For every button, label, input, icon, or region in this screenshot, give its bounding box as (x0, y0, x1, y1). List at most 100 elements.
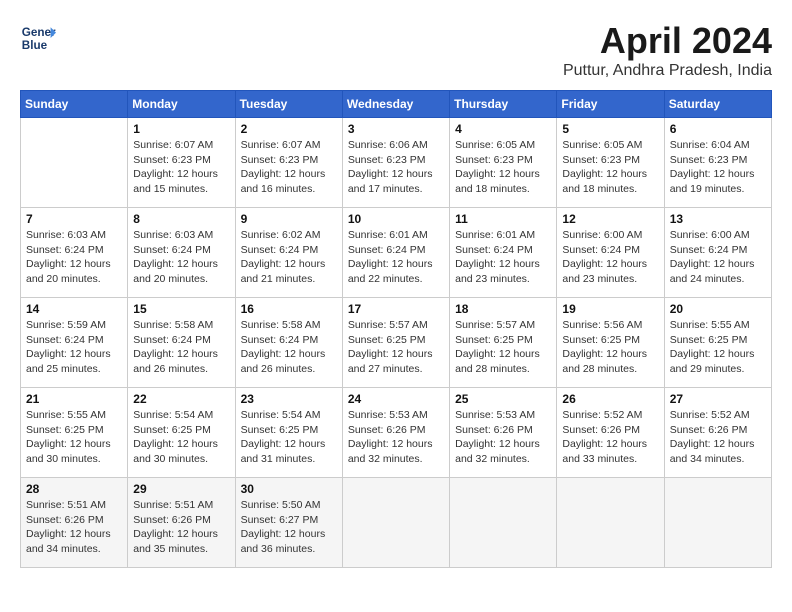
day-number: 7 (26, 212, 122, 226)
day-number: 29 (133, 482, 229, 496)
day-info: Sunrise: 5:53 AMSunset: 6:26 PMDaylight:… (455, 408, 551, 467)
day-number: 10 (348, 212, 444, 226)
calendar-cell: 20 Sunrise: 5:55 AMSunset: 6:25 PMDayligh… (664, 298, 771, 388)
day-info: Sunrise: 6:07 AMSunset: 6:23 PMDaylight:… (241, 138, 337, 197)
day-number: 23 (241, 392, 337, 406)
calendar-cell: 8 Sunrise: 6:03 AMSunset: 6:24 PMDaylight… (128, 208, 235, 298)
day-number: 13 (670, 212, 766, 226)
calendar-cell: 2 Sunrise: 6:07 AMSunset: 6:23 PMDaylight… (235, 118, 342, 208)
calendar-cell: 14 Sunrise: 5:59 AMSunset: 6:24 PMDayligh… (21, 298, 128, 388)
day-number: 17 (348, 302, 444, 316)
calendar-cell: 15 Sunrise: 5:58 AMSunset: 6:24 PMDayligh… (128, 298, 235, 388)
day-info: Sunrise: 6:00 AMSunset: 6:24 PMDaylight:… (562, 228, 658, 287)
location-subtitle: Puttur, Andhra Pradesh, India (563, 62, 772, 80)
calendar-cell: 7 Sunrise: 6:03 AMSunset: 6:24 PMDaylight… (21, 208, 128, 298)
day-info: Sunrise: 5:51 AMSunset: 6:26 PMDaylight:… (133, 498, 229, 557)
day-number: 6 (670, 122, 766, 136)
day-number: 11 (455, 212, 551, 226)
calendar-header-row: SundayMondayTuesdayWednesdayThursdayFrid… (21, 91, 772, 118)
column-header-wednesday: Wednesday (342, 91, 449, 118)
day-info: Sunrise: 6:06 AMSunset: 6:23 PMDaylight:… (348, 138, 444, 197)
column-header-thursday: Thursday (450, 91, 557, 118)
day-number: 9 (241, 212, 337, 226)
day-info: Sunrise: 5:51 AMSunset: 6:26 PMDaylight:… (26, 498, 122, 557)
calendar-cell: 4 Sunrise: 6:05 AMSunset: 6:23 PMDaylight… (450, 118, 557, 208)
day-info: Sunrise: 5:58 AMSunset: 6:24 PMDaylight:… (133, 318, 229, 377)
day-info: Sunrise: 6:01 AMSunset: 6:24 PMDaylight:… (455, 228, 551, 287)
day-number: 19 (562, 302, 658, 316)
calendar-cell: 27 Sunrise: 5:52 AMSunset: 6:26 PMDayligh… (664, 388, 771, 478)
calendar-cell: 5 Sunrise: 6:05 AMSunset: 6:23 PMDaylight… (557, 118, 664, 208)
day-number: 12 (562, 212, 658, 226)
calendar-cell: 1Sunrise: 6:07 AMSunset: 6:23 PMDaylight… (128, 118, 235, 208)
day-number: 21 (26, 392, 122, 406)
day-info: Sunrise: 5:50 AMSunset: 6:27 PMDaylight:… (241, 498, 337, 557)
calendar-cell (450, 478, 557, 568)
calendar-cell (21, 118, 128, 208)
day-number: 26 (562, 392, 658, 406)
day-number: 20 (670, 302, 766, 316)
day-number: 14 (26, 302, 122, 316)
calendar-cell: 24 Sunrise: 5:53 AMSunset: 6:26 PMDayligh… (342, 388, 449, 478)
calendar-cell: 29 Sunrise: 5:51 AMSunset: 6:26 PMDayligh… (128, 478, 235, 568)
day-info: Sunrise: 5:55 AMSunset: 6:25 PMDaylight:… (26, 408, 122, 467)
day-info: Sunrise: 5:57 AMSunset: 6:25 PMDaylight:… (455, 318, 551, 377)
day-info: Sunrise: 6:01 AMSunset: 6:24 PMDaylight:… (348, 228, 444, 287)
calendar-cell: 17 Sunrise: 5:57 AMSunset: 6:25 PMDayligh… (342, 298, 449, 388)
calendar-week-row: 28Sunrise: 5:51 AMSunset: 6:26 PMDayligh… (21, 478, 772, 568)
calendar-cell: 13 Sunrise: 6:00 AMSunset: 6:24 PMDayligh… (664, 208, 771, 298)
day-info: Sunrise: 5:58 AMSunset: 6:24 PMDaylight:… (241, 318, 337, 377)
column-header-friday: Friday (557, 91, 664, 118)
calendar-week-row: 1Sunrise: 6:07 AMSunset: 6:23 PMDaylight… (21, 118, 772, 208)
calendar-cell: 19Sunrise: 5:56 AMSunset: 6:25 PMDayligh… (557, 298, 664, 388)
day-info: Sunrise: 6:05 AMSunset: 6:23 PMDaylight:… (562, 138, 658, 197)
calendar-cell: 12 Sunrise: 6:00 AMSunset: 6:24 PMDayligh… (557, 208, 664, 298)
calendar-cell: 18Sunrise: 5:57 AMSunset: 6:25 PMDayligh… (450, 298, 557, 388)
calendar-cell: 22 Sunrise: 5:54 AMSunset: 6:25 PMDayligh… (128, 388, 235, 478)
calendar-table: SundayMondayTuesdayWednesdayThursdayFrid… (20, 90, 772, 568)
day-info: Sunrise: 5:54 AMSunset: 6:25 PMDaylight:… (241, 408, 337, 467)
calendar-cell: 25 Sunrise: 5:53 AMSunset: 6:26 PMDayligh… (450, 388, 557, 478)
day-number: 8 (133, 212, 229, 226)
logo-icon: General Blue (20, 20, 56, 56)
column-header-tuesday: Tuesday (235, 91, 342, 118)
calendar-cell (342, 478, 449, 568)
day-number: 24 (348, 392, 444, 406)
calendar-cell: 10 Sunrise: 6:01 AMSunset: 6:24 PMDayligh… (342, 208, 449, 298)
day-number: 27 (670, 392, 766, 406)
day-number: 5 (562, 122, 658, 136)
day-info: Sunrise: 5:54 AMSunset: 6:25 PMDaylight:… (133, 408, 229, 467)
calendar-week-row: 21 Sunrise: 5:55 AMSunset: 6:25 PMDayligh… (21, 388, 772, 478)
day-number: 3 (348, 122, 444, 136)
day-number: 30 (241, 482, 337, 496)
day-info: Sunrise: 6:04 AMSunset: 6:23 PMDaylight:… (670, 138, 766, 197)
day-number: 25 (455, 392, 551, 406)
day-info: Sunrise: 5:59 AMSunset: 6:24 PMDaylight:… (26, 318, 122, 377)
day-number: 22 (133, 392, 229, 406)
day-info: Sunrise: 6:03 AMSunset: 6:24 PMDaylight:… (26, 228, 122, 287)
calendar-cell: 26Sunrise: 5:52 AMSunset: 6:26 PMDayligh… (557, 388, 664, 478)
day-info: Sunrise: 5:57 AMSunset: 6:25 PMDaylight:… (348, 318, 444, 377)
day-info: Sunrise: 6:05 AMSunset: 6:23 PMDaylight:… (455, 138, 551, 197)
day-number: 15 (133, 302, 229, 316)
day-info: Sunrise: 5:52 AMSunset: 6:26 PMDaylight:… (670, 408, 766, 467)
day-info: Sunrise: 6:00 AMSunset: 6:24 PMDaylight:… (670, 228, 766, 287)
calendar-cell: 11 Sunrise: 6:01 AMSunset: 6:24 PMDayligh… (450, 208, 557, 298)
day-info: Sunrise: 5:55 AMSunset: 6:25 PMDaylight:… (670, 318, 766, 377)
day-number: 2 (241, 122, 337, 136)
calendar-cell: 16Sunrise: 5:58 AMSunset: 6:24 PMDayligh… (235, 298, 342, 388)
calendar-week-row: 7 Sunrise: 6:03 AMSunset: 6:24 PMDaylight… (21, 208, 772, 298)
calendar-cell: 30 Sunrise: 5:50 AMSunset: 6:27 PMDayligh… (235, 478, 342, 568)
calendar-cell: 21 Sunrise: 5:55 AMSunset: 6:25 PMDayligh… (21, 388, 128, 478)
svg-text:Blue: Blue (22, 39, 48, 52)
calendar-cell (664, 478, 771, 568)
day-number: 4 (455, 122, 551, 136)
day-info: Sunrise: 6:03 AMSunset: 6:24 PMDaylight:… (133, 228, 229, 287)
day-info: Sunrise: 6:07 AMSunset: 6:23 PMDaylight:… (133, 138, 229, 197)
day-info: Sunrise: 6:02 AMSunset: 6:24 PMDaylight:… (241, 228, 337, 287)
title-area: April 2024 Puttur, Andhra Pradesh, India (563, 20, 772, 80)
calendar-week-row: 14 Sunrise: 5:59 AMSunset: 6:24 PMDayligh… (21, 298, 772, 388)
day-info: Sunrise: 5:53 AMSunset: 6:26 PMDaylight:… (348, 408, 444, 467)
column-header-sunday: Sunday (21, 91, 128, 118)
calendar-cell: 28Sunrise: 5:51 AMSunset: 6:26 PMDayligh… (21, 478, 128, 568)
